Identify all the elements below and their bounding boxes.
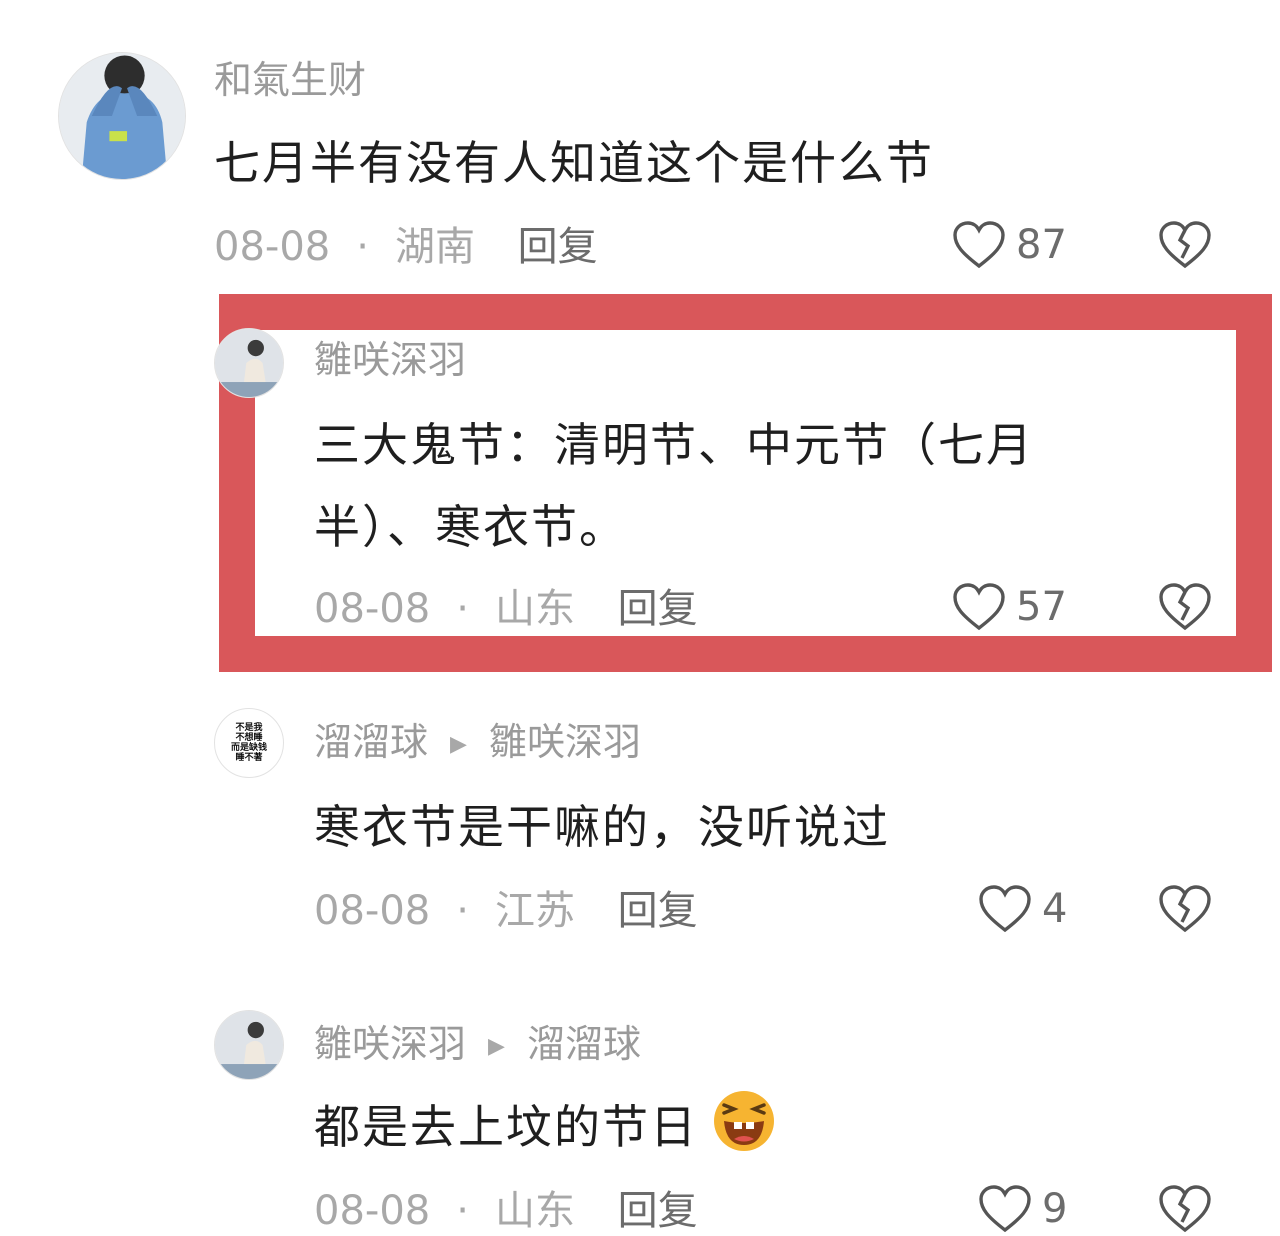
comment-location: 湖南 <box>394 224 475 270</box>
reply-button[interactable]: 回复 <box>618 888 698 934</box>
comment-date: 08-08 <box>214 224 331 270</box>
username[interactable]: 溜溜球 ▶ 雛咲深羽 <box>314 720 641 767</box>
like-count: 57 <box>1016 584 1067 630</box>
reply-arrow-icon: ▶ <box>450 731 467 757</box>
username[interactable]: 和氣生财 <box>214 58 366 102</box>
comment-location: 山东 <box>494 1188 575 1234</box>
avatar[interactable] <box>214 1010 284 1080</box>
comment-location: 江苏 <box>494 888 575 934</box>
username[interactable]: 雛咲深羽 ▶ 溜溜球 <box>314 1022 641 1069</box>
reply-arrow-icon: ▶ <box>488 1033 505 1059</box>
heart-icon <box>953 221 1005 269</box>
comment-meta: 08-08 · 湖南 回复 <box>214 224 598 270</box>
comment-meta: 08-08 · 山东 回复 <box>314 1188 698 1234</box>
comment-date: 08-08 <box>314 1188 431 1234</box>
comment-text: 三大鬼节：清明节、中元节（七月 半）、寒衣节。 <box>314 418 1034 554</box>
reply-author[interactable]: 溜溜球 <box>314 720 428 764</box>
comment-text: 都是去上坟的节日 <box>314 1086 776 1168</box>
comment-date: 08-08 <box>314 586 431 632</box>
like-count: 4 <box>1042 886 1068 932</box>
avatar-text: 不是我 不想睡 而是缺钱 睡不著 <box>230 723 267 763</box>
heart-icon <box>979 885 1031 933</box>
heart-icon <box>979 1185 1031 1233</box>
laughing-emoji-icon <box>714 1091 774 1151</box>
reply-button[interactable]: 回复 <box>618 1188 698 1234</box>
avatar-image <box>215 1011 283 1079</box>
avatar[interactable] <box>58 52 186 180</box>
username[interactable]: 雛咲深羽 <box>314 338 466 382</box>
reply-button[interactable]: 回复 <box>618 586 698 632</box>
like-button[interactable]: 9 <box>978 1184 1067 1234</box>
avatar-image <box>59 53 185 179</box>
avatar[interactable] <box>214 328 284 398</box>
reply-button[interactable]: 回复 <box>518 224 598 270</box>
like-button[interactable]: 4 <box>978 884 1067 934</box>
comment-text: 七月半有没有人知道这个是什么节 <box>214 136 934 190</box>
broken-heart-icon[interactable] <box>1158 1182 1212 1236</box>
heart-icon <box>953 583 1005 631</box>
reply-target[interactable]: 溜溜球 <box>527 1022 641 1066</box>
like-button[interactable]: 87 <box>952 220 1067 270</box>
like-button[interactable]: 57 <box>952 582 1067 632</box>
comment-location: 山东 <box>494 586 575 632</box>
comment-text: 寒衣节是干嘛的，没听说过 <box>314 800 890 854</box>
comment-meta: 08-08 · 江苏 回复 <box>314 888 698 934</box>
broken-heart-icon[interactable] <box>1158 218 1212 272</box>
like-count: 87 <box>1016 222 1067 268</box>
reply-target[interactable]: 雛咲深羽 <box>489 720 641 764</box>
like-count: 9 <box>1042 1186 1068 1232</box>
reply-author[interactable]: 雛咲深羽 <box>314 1022 466 1066</box>
comment-meta: 08-08 · 山东 回复 <box>314 586 698 632</box>
avatar-image <box>215 329 283 397</box>
broken-heart-icon[interactable] <box>1158 882 1212 936</box>
broken-heart-icon[interactable] <box>1158 580 1212 634</box>
avatar[interactable]: 不是我 不想睡 而是缺钱 睡不著 <box>214 708 284 778</box>
comment-date: 08-08 <box>314 888 431 934</box>
